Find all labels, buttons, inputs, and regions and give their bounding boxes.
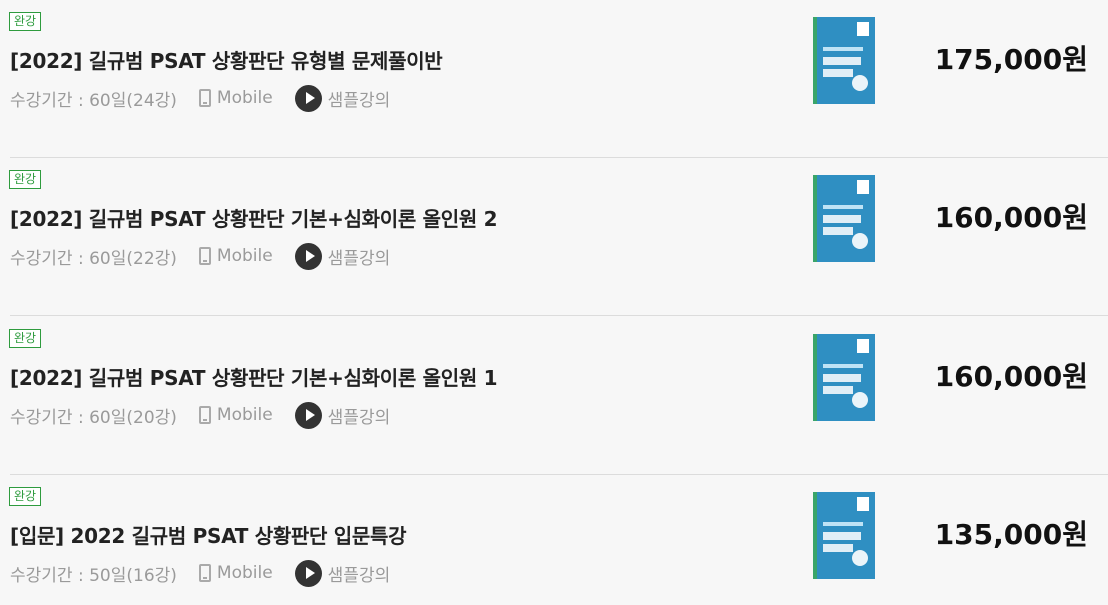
sample-lecture-button[interactable]: 샘플강의 [294,84,391,112]
course-row: 완강 [2022] 길규범 PSAT 상황판단 기본+심화이론 올인원 1 수강… [0,317,1108,475]
course-row: 완강 [입문] 2022 길규범 PSAT 상황판단 입문특강 수강기간 : 5… [0,475,1108,605]
completed-badge: 완강 [9,487,42,506]
book-cover-image[interactable] [813,17,875,104]
course-meta: 수강기간 : 60일(22강) Mobile 샘플강의 [10,242,390,270]
play-icon[interactable] [294,559,322,587]
course-period: 수강기간 : 60일(22강) [10,248,177,269]
sample-lecture-button[interactable]: 샘플강의 [294,242,391,270]
course-period: 수강기간 : 50일(16강) [10,565,177,586]
phone-icon [198,564,211,582]
phone-icon [198,247,211,265]
completed-badge: 완강 [9,12,42,31]
play-icon[interactable] [294,242,322,270]
course-meta: 수강기간 : 50일(16강) Mobile 샘플강의 [10,559,390,587]
course-meta: 수강기간 : 60일(20강) Mobile 샘플강의 [10,401,390,429]
completed-badge: 완강 [9,170,42,189]
book-cover-image[interactable] [813,175,875,262]
sample-lecture-button[interactable]: 샘플강의 [294,401,391,429]
course-title[interactable]: [2022] 길규범 PSAT 상황판단 기본+심화이론 올인원 2 [10,203,498,232]
course-meta: 수강기간 : 60일(24강) Mobile 샘플강의 [10,84,390,112]
mobile-label: Mobile [216,563,273,583]
course-price: 160,000원 [934,360,1088,393]
course-list: 완강 [2022] 길규범 PSAT 상황판단 유형별 문제풀이반 수강기간 :… [0,0,1108,605]
course-period: 수강기간 : 60일(20강) [10,407,177,428]
book-cover-image[interactable] [813,492,875,579]
course-title[interactable]: [입문] 2022 길규범 PSAT 상황판단 입문특강 [10,520,407,549]
book-cover-image[interactable] [813,334,875,421]
play-icon[interactable] [294,401,322,429]
mobile-indicator: Mobile [198,246,273,266]
phone-icon [198,89,211,107]
course-price: 160,000원 [934,201,1088,234]
completed-badge: 완강 [9,329,42,348]
sample-label[interactable]: 샘플강의 [328,244,391,269]
mobile-label: Mobile [216,405,273,425]
course-price: 175,000원 [934,43,1088,76]
mobile-indicator: Mobile [198,88,273,108]
row-divider [10,315,1108,316]
play-icon[interactable] [294,84,322,112]
course-title[interactable]: [2022] 길규범 PSAT 상황판단 유형별 문제풀이반 [10,45,443,74]
course-title[interactable]: [2022] 길규범 PSAT 상황판단 기본+심화이론 올인원 1 [10,362,498,391]
sample-label[interactable]: 샘플강의 [328,561,391,586]
sample-lecture-button[interactable]: 샘플강의 [294,559,391,587]
course-row: 완강 [2022] 길규범 PSAT 상황판단 기본+심화이론 올인원 2 수강… [0,158,1108,316]
course-price: 135,000원 [934,518,1088,551]
phone-icon [198,406,211,424]
sample-label[interactable]: 샘플강의 [328,403,391,428]
sample-label[interactable]: 샘플강의 [328,86,391,111]
mobile-indicator: Mobile [198,563,273,583]
mobile-indicator: Mobile [198,405,273,425]
mobile-label: Mobile [216,88,273,108]
course-period: 수강기간 : 60일(24강) [10,90,177,111]
course-row: 완강 [2022] 길규범 PSAT 상황판단 유형별 문제풀이반 수강기간 :… [0,0,1108,158]
mobile-label: Mobile [216,246,273,266]
